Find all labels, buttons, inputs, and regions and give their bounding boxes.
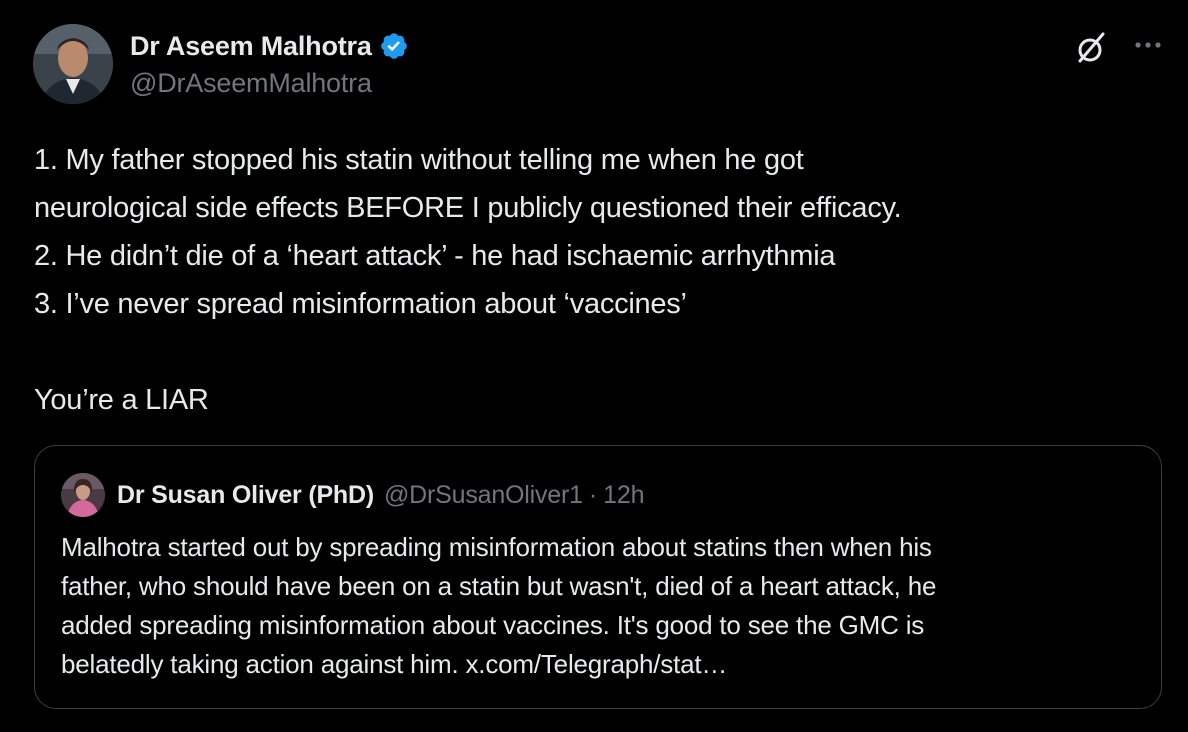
tweet: Dr Aseem Malhotra @DrAseemMalhotra 1. My… <box>0 0 1188 732</box>
quoted-display-name[interactable]: Dr Susan Oliver (PhD) <box>117 481 374 510</box>
grok-icon[interactable] <box>1072 28 1112 68</box>
quoted-handle[interactable]: @DrSusanOliver1 <box>384 481 583 510</box>
author-name-row: Dr Aseem Malhotra <box>130 28 409 64</box>
tweet-body-line: 2. He didn’t die of a ‘heart attack’ - h… <box>34 240 836 272</box>
tweet-body-line: 1. My father stopped his statin without … <box>34 144 804 176</box>
quoted-body-line: added spreading misinformation about vac… <box>61 610 925 640</box>
tweet-body: 1. My father stopped his statin without … <box>34 136 1154 424</box>
quoted-body-line: Malhotra started out by spreading misinf… <box>61 532 932 562</box>
quoted-timestamp[interactable]: 12h <box>603 481 644 510</box>
quoted-author-avatar[interactable] <box>61 473 105 517</box>
quoted-body: Malhotra started out by spreading misinf… <box>61 528 1146 684</box>
verified-badge-icon <box>379 31 409 61</box>
tweet-body-line: 3. I’ve never spread misinformation abou… <box>34 288 687 320</box>
quoted-separator: · <box>588 480 598 509</box>
author-handle[interactable]: @DrAseemMalhotra <box>130 68 372 99</box>
quoted-tweet-card[interactable]: Dr Susan Oliver (PhD) @DrSusanOliver1 · … <box>34 445 1162 709</box>
author-avatar[interactable] <box>33 24 113 104</box>
author-avatar-image <box>33 24 113 104</box>
tweet-body-line: neurological side effects BEFORE I publi… <box>34 192 902 224</box>
quoted-body-line: father, who should have been on a statin… <box>61 571 937 601</box>
quoted-body-line: belatedly taking action against him. x.c… <box>61 649 728 679</box>
quoted-author-avatar-image <box>61 473 105 517</box>
more-horizontal-icon[interactable] <box>1128 30 1168 60</box>
tweet-body-blank-line <box>34 328 1154 376</box>
quoted-header: Dr Susan Oliver (PhD) @DrSusanOliver1 · … <box>117 478 644 512</box>
author-display-name[interactable]: Dr Aseem Malhotra <box>130 31 372 62</box>
tweet-body-line: You’re a LIAR <box>34 384 209 416</box>
